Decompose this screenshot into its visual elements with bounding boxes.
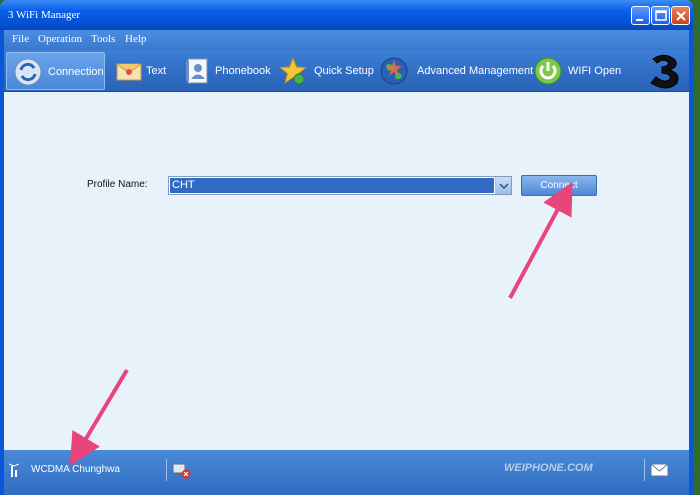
profile-name-select[interactable]: CHT (168, 176, 512, 195)
tool-phonebook[interactable]: Phonebook (178, 52, 271, 90)
connection-panel: Profile Name: CHT Connect (4, 93, 689, 450)
minimize-icon (636, 19, 643, 21)
tool-label: Phonebook (215, 65, 271, 77)
client-area: File Operation Tools Help Connection Tex… (4, 30, 689, 495)
tool-label: WIFI Open (568, 65, 622, 77)
tool-label: Quick Setup (314, 65, 374, 77)
globe-icon (380, 57, 408, 85)
profile-name-label: Profile Name: (87, 179, 148, 190)
watermark-text: WEIPHONE.COM (504, 462, 593, 474)
menu-operation[interactable]: Operation (38, 33, 82, 45)
maximize-button[interactable] (651, 6, 670, 25)
tool-text[interactable]: Text (109, 52, 174, 90)
title-bar[interactable]: 3 WiFi Manager (0, 0, 693, 30)
signal-icon (9, 463, 20, 477)
menu-help[interactable]: Help (125, 33, 146, 45)
window-title: 3 WiFi Manager (8, 9, 81, 21)
app-window: 3 WiFi Manager File Operation Tools Help (0, 0, 693, 495)
menu-tools[interactable]: Tools (91, 33, 115, 45)
maximize-icon (655, 10, 667, 21)
tool-connection[interactable]: Connection (6, 52, 105, 90)
envelope-icon (116, 63, 142, 81)
close-button[interactable] (671, 6, 690, 25)
connect-button[interactable]: Connect (521, 175, 597, 196)
minimize-button[interactable] (631, 6, 650, 25)
phonebook-icon (186, 58, 208, 84)
network-status: WCDMA Chunghwa (31, 464, 120, 475)
connection-icon (14, 58, 42, 86)
tool-label: Text (146, 65, 167, 77)
power-icon (534, 57, 562, 85)
tool-wifi-open[interactable]: WIFI Open (530, 52, 622, 90)
message-icon[interactable] (650, 462, 670, 478)
tool-quick-setup[interactable]: Quick Setup (276, 52, 374, 90)
disconnect-icon[interactable] (172, 461, 192, 479)
tool-advanced-management[interactable]: Advanced Management (376, 52, 533, 90)
profile-name-value: CHT (170, 178, 494, 193)
chevron-down-icon (499, 183, 509, 190)
menu-bar: File Operation Tools Help (4, 30, 689, 50)
tool-label: Advanced Management (417, 65, 534, 77)
brand-logo-3 (650, 54, 679, 89)
menu-file[interactable]: File (12, 33, 29, 45)
tool-label: Connection (48, 66, 104, 78)
status-bar: WCDMA Chunghwa WEIPHONE.COM (4, 450, 689, 495)
toolbar: Connection Text Phonebook Quick Setup Ad… (4, 50, 689, 92)
status-divider (166, 459, 167, 481)
dropdown-button[interactable] (495, 177, 511, 194)
close-icon (676, 11, 686, 21)
status-divider (644, 459, 645, 481)
star-icon (278, 56, 308, 85)
